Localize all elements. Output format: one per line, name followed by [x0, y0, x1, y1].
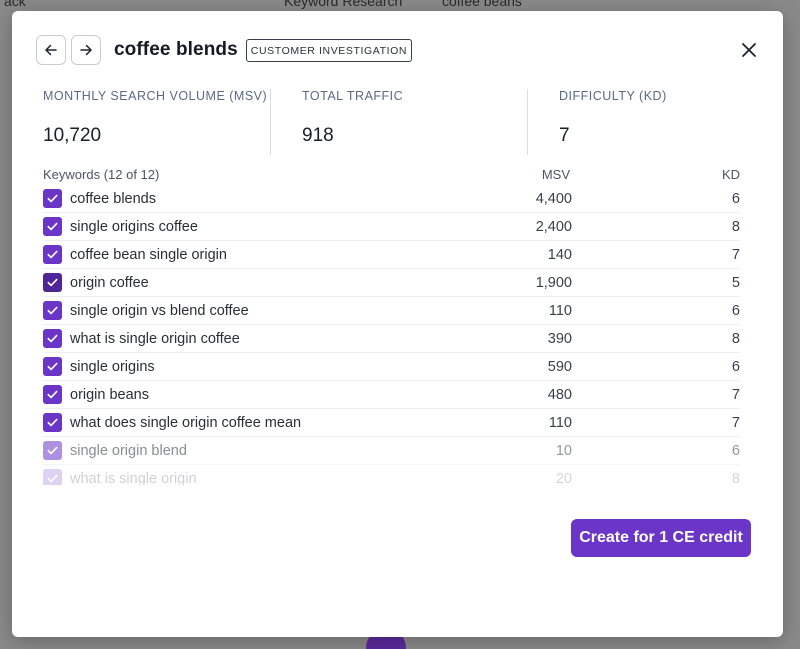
next-button[interactable]: [71, 35, 101, 65]
keyword-cell: single origins: [70, 358, 155, 375]
header-msv[interactable]: MSV: [470, 167, 700, 182]
keyword-cell: coffee blends: [70, 190, 156, 207]
arrow-right-icon: [80, 44, 92, 56]
header-kd[interactable]: KD: [700, 167, 740, 182]
row-checkbox[interactable]: [43, 413, 62, 432]
background-keyword: coffee beans: [442, 0, 522, 9]
checkmark-icon: [46, 416, 59, 429]
stat-label: DIFFICULTY (KD): [559, 89, 667, 103]
header-keywords: Keywords (12 of 12): [43, 167, 160, 182]
checkmark-icon: [46, 248, 59, 261]
checkmark-icon: [46, 332, 59, 345]
checkmark-icon: [46, 360, 59, 373]
row-checkbox[interactable]: [43, 357, 62, 376]
keywords-list[interactable]: coffee blends 4,400 6 single origins coffee…: [43, 185, 740, 485]
msv-cell: 4,400: [535, 190, 572, 207]
table-row[interactable]: single origin vs blend coffee 110 6: [43, 297, 740, 325]
table-row[interactable]: coffee bean single origin 140 7: [43, 241, 740, 269]
keyword-cell: single origin vs blend coffee: [70, 302, 249, 319]
stat-value: 10,720: [43, 125, 102, 146]
stat-label: MONTHLY SEARCH VOLUME (MSV): [43, 89, 268, 103]
row-checkbox[interactable]: [43, 329, 62, 348]
table-row[interactable]: single origins coffee 2,400 8: [43, 213, 740, 241]
background-back-link: ack: [4, 0, 26, 9]
row-checkbox[interactable]: [43, 217, 62, 236]
msv-cell: 10: [555, 442, 572, 459]
keyword-cluster-modal: coffee blends CUSTOMER INVESTIGATION MON…: [12, 11, 783, 637]
msv-cell: 110: [548, 414, 572, 431]
table-row[interactable]: single origin blend 10 6: [43, 437, 740, 465]
modal-header: coffee blends CUSTOMER INVESTIGATION: [36, 35, 413, 65]
stat-msv: MONTHLY SEARCH VOLUME (MSV) 10,720: [43, 89, 270, 155]
kd-cell: 6: [731, 190, 740, 207]
create-content-button[interactable]: Create for 1 CE credit: [571, 519, 751, 557]
close-icon[interactable]: [739, 40, 759, 60]
keyword-cell: single origins coffee: [70, 218, 198, 235]
row-checkbox[interactable]: [43, 301, 62, 320]
intent-badge: CUSTOMER INVESTIGATION: [245, 38, 413, 62]
kd-cell: 7: [731, 246, 740, 263]
checkmark-icon: [46, 388, 59, 401]
table-row[interactable]: what is single origin coffee 390 8: [43, 325, 740, 353]
kd-cell: 6: [731, 442, 740, 459]
row-checkbox[interactable]: [43, 385, 62, 404]
background-header: ack Keyword Research coffee beans: [0, 0, 800, 10]
checkmark-icon: [46, 192, 59, 205]
keyword-cell: coffee bean single origin: [70, 246, 227, 263]
checkmark-icon: [46, 276, 59, 289]
table-row[interactable]: what is single origin 20 8: [43, 465, 740, 485]
keywords-table: Keywords (12 of 12) MSV KD coffee blends…: [43, 164, 740, 485]
msv-cell: 590: [547, 358, 572, 375]
keyword-cell: what is single origin coffee: [70, 330, 240, 347]
msv-cell: 20: [555, 470, 572, 486]
msv-cell: 1,900: [535, 274, 572, 291]
checkmark-icon: [46, 444, 59, 457]
table-row[interactable]: origin coffee 1,900 5: [43, 269, 740, 297]
msv-cell: 140: [547, 246, 572, 263]
keyword-cell: origin beans: [70, 386, 149, 403]
kd-cell: 5: [731, 274, 740, 291]
row-checkbox[interactable]: [43, 189, 62, 208]
msv-cell: 110: [548, 302, 572, 319]
kd-cell: 7: [731, 414, 740, 431]
kd-cell: 8: [731, 218, 740, 235]
stat-difficulty: DIFFICULTY (KD) 7: [527, 89, 757, 155]
kd-cell: 8: [731, 330, 740, 347]
kd-cell: 7: [731, 386, 740, 403]
keyword-cell: what is single origin: [70, 470, 197, 486]
stat-total-traffic: TOTAL TRAFFIC 918: [270, 89, 527, 155]
msv-cell: 390: [547, 330, 572, 347]
checkmark-icon: [46, 304, 59, 317]
msv-cell: 480: [547, 386, 572, 403]
keyword-cell: what does single origin coffee mean: [70, 414, 302, 431]
keyword-cell: single origin blend: [70, 442, 187, 459]
row-checkbox[interactable]: [43, 441, 62, 460]
stats-row: MONTHLY SEARCH VOLUME (MSV) 10,720 TOTAL…: [43, 89, 757, 155]
row-checkbox[interactable]: [43, 245, 62, 264]
kd-cell: 6: [731, 358, 740, 375]
arrow-left-icon: [45, 44, 57, 56]
checkmark-icon: [46, 220, 59, 233]
stat-label: TOTAL TRAFFIC: [302, 89, 404, 103]
checkmark-icon: [46, 472, 59, 485]
table-row[interactable]: coffee blends 4,400 6: [43, 185, 740, 213]
kd-cell: 6: [731, 302, 740, 319]
table-header: Keywords (12 of 12) MSV KD: [43, 164, 740, 185]
row-checkbox[interactable]: [43, 273, 62, 292]
stat-value: 7: [559, 125, 570, 146]
keyword-cell: origin coffee: [70, 274, 149, 291]
modal-title: coffee blends: [114, 39, 238, 60]
table-row[interactable]: single origins 590 6: [43, 353, 740, 381]
previous-button[interactable]: [36, 35, 66, 65]
table-row[interactable]: origin beans 480 7: [43, 381, 740, 409]
background-breadcrumb: Keyword Research: [284, 0, 403, 9]
kd-cell: 8: [731, 470, 740, 486]
row-checkbox[interactable]: [43, 469, 62, 485]
table-row[interactable]: what does single origin coffee mean 110 7: [43, 409, 740, 437]
msv-cell: 2,400: [535, 218, 572, 235]
stat-value: 918: [302, 125, 334, 146]
